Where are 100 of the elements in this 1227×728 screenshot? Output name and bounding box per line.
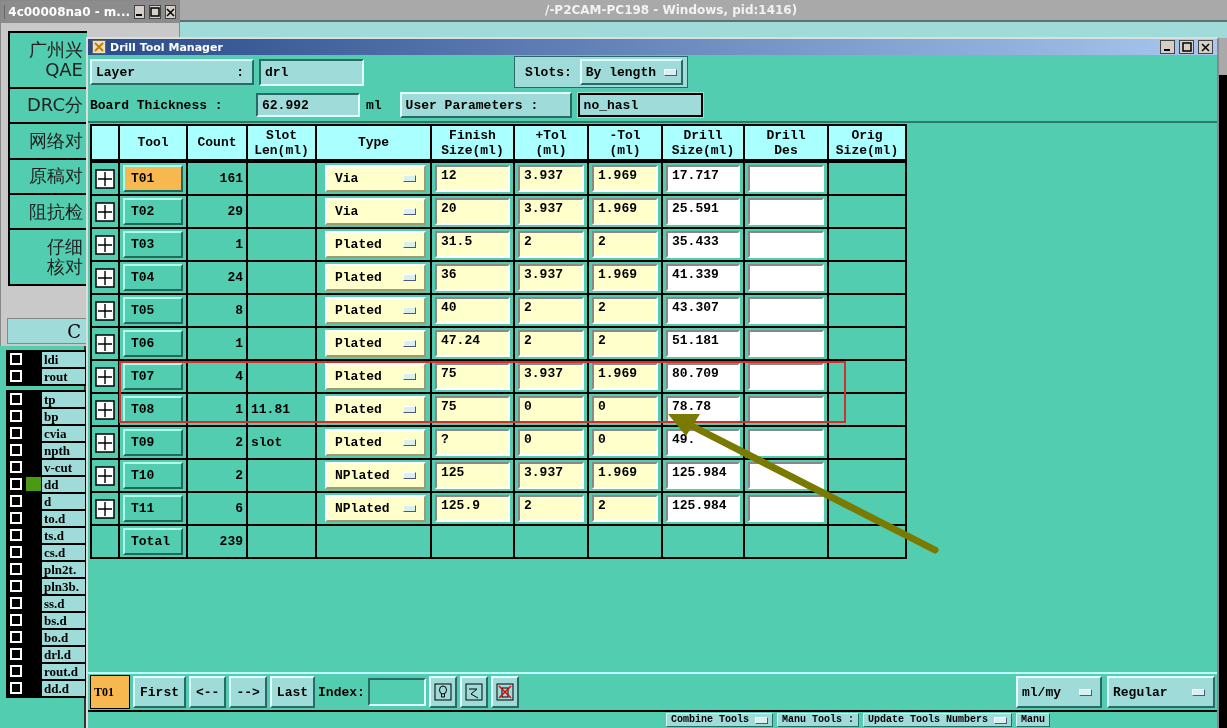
- tool-action-button[interactable]: Manu Tools :: [777, 713, 860, 727]
- layer-checkbox[interactable]: [10, 529, 22, 541]
- tolerance-field[interactable]: 1.969: [592, 363, 658, 390]
- thickness-field[interactable]: 62.992: [256, 93, 360, 117]
- mode-dropdown[interactable]: Regular: [1107, 676, 1215, 708]
- tolerance-field[interactable]: 3.937: [518, 165, 584, 192]
- layer-checkbox[interactable]: [10, 614, 22, 626]
- delete-button[interactable]: [490, 676, 519, 708]
- type-dropdown[interactable]: NPlated: [325, 495, 426, 522]
- type-dropdown[interactable]: Plated: [325, 363, 426, 390]
- layer-name[interactable]: ts.d: [42, 527, 85, 543]
- finish-field[interactable]: 31.5: [435, 231, 510, 258]
- plus-icon[interactable]: [95, 465, 115, 486]
- layer-checkbox[interactable]: [10, 370, 22, 382]
- tolerance-field[interactable]: 2: [592, 297, 658, 324]
- tool-action-button[interactable]: Manu: [1016, 713, 1051, 727]
- bulb-button[interactable]: [428, 676, 457, 708]
- drill-size-field[interactable]: 35.433: [666, 231, 740, 258]
- tool-button[interactable]: T03: [123, 231, 183, 258]
- tolerance-field[interactable]: 0: [518, 396, 584, 423]
- tolerance-field[interactable]: 0: [592, 429, 658, 456]
- tool-button[interactable]: T09: [123, 429, 183, 456]
- tolerance-field[interactable]: 1.969: [592, 165, 658, 192]
- layer-checkbox[interactable]: [10, 410, 22, 422]
- slots-dropdown[interactable]: By length: [579, 59, 684, 85]
- plus-icon[interactable]: [95, 333, 115, 354]
- layer-name[interactable]: bo.d: [42, 629, 85, 645]
- drill-size-field[interactable]: 125.984: [666, 495, 740, 522]
- undo-button[interactable]: [459, 676, 488, 708]
- finish-field[interactable]: 125: [435, 462, 510, 489]
- tool-button[interactable]: T05: [123, 297, 183, 324]
- tolerance-field[interactable]: 2: [592, 330, 658, 357]
- type-dropdown[interactable]: Plated: [325, 429, 426, 456]
- delete-icon[interactable]: [495, 683, 514, 701]
- tool-action-button[interactable]: Combine Tools: [666, 713, 773, 727]
- layer-checkbox[interactable]: [10, 631, 22, 643]
- parameters-field[interactable]: no_hasl: [577, 93, 703, 117]
- plus-icon[interactable]: [95, 234, 115, 255]
- index-field[interactable]: [367, 678, 426, 706]
- layer-name[interactable]: to.d: [42, 510, 85, 526]
- layer-name[interactable]: v-cut: [42, 459, 85, 475]
- plus-icon[interactable]: [95, 168, 115, 189]
- tolerance-field[interactable]: 3.937: [518, 264, 584, 291]
- plus-icon[interactable]: [95, 267, 115, 288]
- layer-name[interactable]: bs.d: [42, 612, 85, 628]
- layer-checkbox[interactable]: [10, 478, 22, 490]
- nav-button[interactable]: -->: [229, 676, 267, 708]
- drill-size-field[interactable]: 125.984: [666, 462, 740, 489]
- layer-checkbox[interactable]: [10, 648, 22, 660]
- layer-checkbox[interactable]: [10, 427, 22, 439]
- tolerance-field[interactable]: 2: [518, 330, 584, 357]
- layer-name[interactable]: rout: [42, 368, 85, 384]
- type-dropdown[interactable]: Plated: [325, 330, 426, 357]
- finish-field[interactable]: 75: [435, 363, 510, 390]
- tolerance-field[interactable]: 0: [592, 396, 658, 423]
- layer-name[interactable]: pln2t.: [42, 561, 85, 577]
- tool-action-button[interactable]: Update Tools Numbers: [863, 713, 1013, 727]
- layer-name[interactable]: tp: [42, 391, 85, 407]
- plus-icon[interactable]: [95, 498, 115, 519]
- layer-button[interactable]: Layer :: [90, 59, 254, 85]
- layer-checkbox[interactable]: [10, 461, 22, 473]
- layer-name[interactable]: cvia: [42, 425, 85, 441]
- total-button[interactable]: Total: [123, 528, 183, 555]
- tolerance-field[interactable]: 3.937: [518, 198, 584, 225]
- layer-checkbox[interactable]: [10, 580, 22, 592]
- type-dropdown[interactable]: Plated: [325, 297, 426, 324]
- type-dropdown[interactable]: Via: [325, 198, 426, 225]
- tool-button[interactable]: T01: [123, 165, 183, 192]
- tolerance-field[interactable]: 2: [592, 495, 658, 522]
- tolerance-field[interactable]: 2: [518, 231, 584, 258]
- nav-button[interactable]: Last: [269, 676, 316, 708]
- finish-field[interactable]: 40: [435, 297, 510, 324]
- tolerance-field[interactable]: 2: [518, 495, 584, 522]
- layer-checkbox[interactable]: [10, 682, 22, 694]
- undo-icon[interactable]: [464, 683, 483, 701]
- finish-field[interactable]: 20: [435, 198, 510, 225]
- plus-icon[interactable]: [95, 399, 115, 420]
- finish-field[interactable]: 47.24: [435, 330, 510, 357]
- tool-button[interactable]: T04: [123, 264, 183, 291]
- plus-icon[interactable]: [95, 201, 115, 222]
- tolerance-field[interactable]: 0: [518, 429, 584, 456]
- user-parameters-button[interactable]: User Parameters :: [399, 92, 572, 118]
- units-dropdown[interactable]: ml/my: [1016, 676, 1102, 708]
- layer-name[interactable]: d: [42, 493, 85, 509]
- type-dropdown[interactable]: Plated: [325, 396, 426, 423]
- finish-field[interactable]: 75: [435, 396, 510, 423]
- drill-size-field[interactable]: 51.181: [666, 330, 740, 357]
- layer-name[interactable]: dd: [42, 476, 85, 492]
- drill-size-field[interactable]: 41.339: [666, 264, 740, 291]
- finish-field[interactable]: ?: [435, 429, 510, 456]
- layer-checkbox[interactable]: [10, 546, 22, 558]
- layer-name[interactable]: ldi: [42, 351, 85, 367]
- finish-field[interactable]: 125.9: [435, 495, 510, 522]
- layer-checkbox[interactable]: [10, 512, 22, 524]
- bulb-icon[interactable]: [433, 683, 452, 701]
- tolerance-field[interactable]: 2: [518, 297, 584, 324]
- tool-button[interactable]: T06: [123, 330, 183, 357]
- tool-button[interactable]: T11: [123, 495, 183, 522]
- type-dropdown[interactable]: NPlated: [325, 462, 426, 489]
- plus-icon[interactable]: [95, 366, 115, 387]
